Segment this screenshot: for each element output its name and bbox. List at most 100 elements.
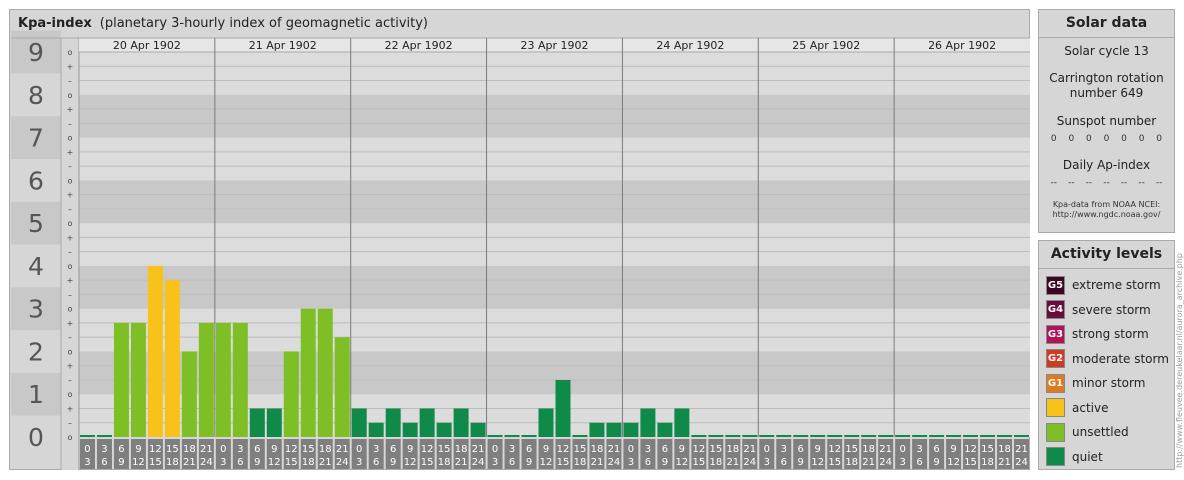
kp-bar [266,408,282,437]
interval-start-label: 6 [390,444,396,455]
thirds-symbol: + [67,319,74,328]
interval-start-label: 18 [998,444,1011,455]
interval-start-label: 15 [709,444,722,455]
interval-end-label: 12 [132,457,145,468]
kp-bar [130,322,146,437]
kp-bar [232,322,248,437]
thirds-symbol: o [68,433,73,442]
interval-end-label: 21 [726,457,739,468]
kp-bar [623,422,639,437]
interval-start-label: 21 [472,444,485,455]
activity-levels-panel: Activity levels G5 extreme storm G4 severe … [1038,240,1175,470]
legend-swatch: G4 [1046,300,1065,319]
legend-item: G5 extreme storm [1046,275,1161,295]
interval-start-label: 18 [183,444,196,455]
interval-end-label: 18 [574,457,587,468]
interval-start-label: 3 [509,444,515,455]
thirds-symbol: o [68,390,73,399]
interval-start-label: 9 [271,444,277,455]
interval-start-label: 0 [84,444,90,455]
interval-start-label: 15 [845,444,858,455]
kp-bar [895,435,911,437]
interval-start-label: 18 [726,444,739,455]
interval-start-label: 3 [781,444,787,455]
interval-start-label: 12 [557,444,570,455]
interval-start-label: 15 [438,444,451,455]
interval-end-label: 6 [509,457,515,468]
interval-end-label: 3 [764,457,770,468]
day-label: 22 Apr 1902 [385,39,453,52]
interval-end-label: 24 [608,457,621,468]
interval-end-label: 12 [675,457,688,468]
sunspot-value: 0 [1121,134,1127,144]
sunspot-value: 0 [1156,134,1163,144]
interval-start-label: 6 [118,444,124,455]
kp-bar [589,422,605,437]
legend-swatch [1046,422,1065,442]
interval-end-label: 21 [998,457,1011,468]
interval-end-label: 24 [743,457,756,468]
kp-bar [215,322,231,437]
kp-bar [164,280,180,437]
interval-start-label: 3 [101,444,107,455]
data-source-link[interactable]: http://www.ngdc.noaa.gov/ [1039,210,1174,220]
kp-bar [606,422,622,437]
thirds-symbol: o [68,48,73,57]
kp-bar [198,322,214,437]
kp-bar [674,408,690,437]
kp-bar [96,435,112,437]
interval-end-label: 3 [628,457,634,468]
legend-swatch: G1 [1046,373,1065,393]
carrington-line-1: Carrington rotation [1049,71,1164,85]
interval-end-label: 21 [862,457,875,468]
ap-value: -- [1155,178,1163,188]
thirds-symbol: + [67,404,74,413]
interval-end-label: 15 [692,457,705,468]
kp-bar [470,422,486,437]
interval-end-label: 6 [645,457,651,468]
thirds-symbol: o [68,176,73,185]
interval-start-label: 0 [356,444,362,455]
kp-bar [436,422,452,437]
interval-start-label: 9 [815,444,821,455]
interval-end-label: 21 [319,457,332,468]
ap-value: -- [1085,178,1093,188]
kp-bar [283,351,299,437]
interval-end-label: 21 [591,457,604,468]
interval-end-label: 15 [421,457,434,468]
kp-bar [742,435,758,437]
band-kp-5 [79,180,1030,224]
kp-bar [793,435,809,437]
interval-start-label: 6 [254,444,260,455]
kp-bar [946,435,962,437]
kp-bar [827,435,843,437]
interval-start-label: 9 [950,444,956,455]
kp-bar [300,308,316,437]
interval-end-label: 18 [709,457,722,468]
kp-bar [351,408,367,437]
legend-label: quiet [1072,449,1103,464]
interval-start-label: 12 [828,444,841,455]
legend-swatch [1046,447,1065,466]
y-tick-label: 0 [28,423,44,452]
kp-bar [776,435,792,437]
thirds-symbol: – [68,162,72,171]
kp-bar [487,435,503,437]
kp-bar [640,408,656,437]
legend-item: unsettled [1046,422,1129,442]
interval-start-label: 12 [692,444,705,455]
band-kp-8 [79,52,1030,95]
interval-start-label: 12 [285,444,298,455]
legend-swatch: G5 [1046,275,1065,295]
kp-bar [453,408,469,437]
kp-bar [657,422,673,437]
legend-label: extreme storm [1072,278,1161,292]
interval-start-label: 15 [302,444,315,455]
interval-start-label: 15 [574,444,587,455]
watermark: http://www.fleuvee.dereukelaar.nl/aurora… [1176,252,1184,468]
y-tick-label: 5 [28,209,44,238]
day-label: 26 Apr 1902 [928,39,996,52]
kp-bar [113,322,129,437]
solar-cycle: Solar cycle 13 [1064,44,1149,58]
thirds-symbol: – [68,419,72,428]
